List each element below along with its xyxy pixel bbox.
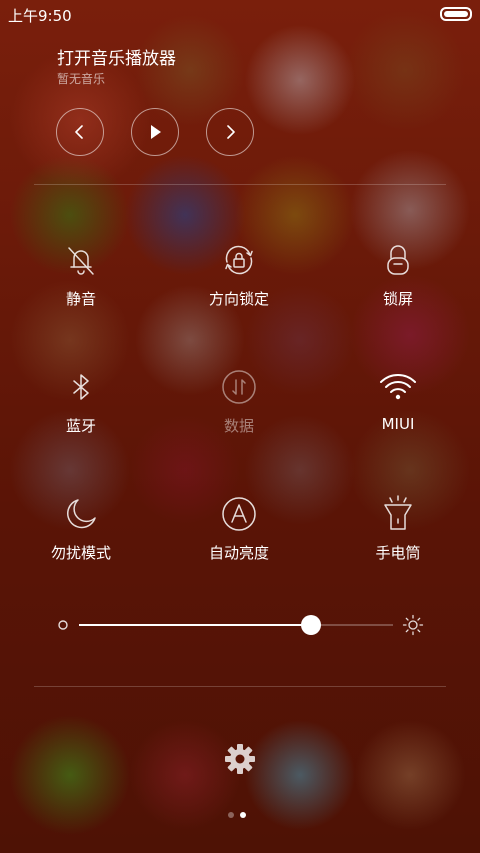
toggle-do-not-disturb[interactable]: 勿扰模式 [21, 494, 141, 584]
toggle-label: 手电筒 [375, 544, 421, 562]
previous-track-button[interactable] [56, 108, 104, 156]
bell-off-icon [61, 240, 101, 280]
status-bar: 上午9:50 [0, 0, 480, 28]
toggle-label: 方向锁定 [208, 290, 269, 308]
next-track-button[interactable] [206, 108, 254, 156]
page-dot [228, 812, 234, 818]
music-player-title[interactable]: 打开音乐播放器 [57, 44, 176, 69]
brightness-low-icon [58, 620, 68, 630]
divider-bottom [34, 686, 446, 687]
toggle-label: 静音 [65, 290, 96, 308]
battery-icon [440, 7, 472, 21]
status-clock: 上午9:50 [8, 7, 72, 25]
toggle-bluetooth[interactable]: 蓝牙 [21, 367, 141, 457]
brightness-thumb[interactable] [301, 615, 322, 635]
toggle-label: 蓝牙 [65, 417, 96, 435]
toggle-rotation-lock[interactable]: 方向锁定 [179, 240, 299, 330]
toggle-auto-brightness[interactable]: 自动亮度 [179, 494, 299, 584]
divider-top [34, 184, 446, 185]
music-status: 暂无音乐 [57, 72, 106, 86]
moon-icon [61, 494, 101, 534]
mobile-data-icon [219, 367, 259, 407]
brightness-track-fill [79, 624, 312, 626]
toggle-mute[interactable]: 静音 [21, 240, 141, 330]
play-button[interactable] [131, 108, 179, 156]
toggle-flashlight[interactable]: 手电筒 [338, 494, 458, 584]
brightness-slider[interactable] [55, 612, 427, 638]
play-icon [151, 125, 161, 139]
toggle-label: 数据 [223, 417, 254, 435]
bluetooth-icon [61, 367, 101, 407]
brightness-high-icon [402, 614, 424, 636]
chevron-right-icon [227, 125, 235, 139]
page-indicator [228, 812, 252, 820]
toggle-wifi[interactable]: MIUI [338, 367, 458, 457]
gear-icon [225, 744, 255, 774]
auto-brightness-icon [219, 494, 259, 534]
lock-icon [378, 240, 418, 280]
toggle-label: 自动亮度 [208, 544, 269, 562]
flashlight-icon [378, 494, 418, 534]
toggle-lock-screen[interactable]: 锁屏 [338, 240, 458, 330]
chevron-left-icon [75, 125, 83, 139]
rotation-lock-icon [219, 240, 259, 280]
toggle-label: MIUI [381, 415, 415, 433]
toggle-label: 勿扰模式 [50, 544, 111, 562]
settings-button[interactable] [223, 742, 257, 776]
brightness-track[interactable] [79, 615, 393, 635]
page-dot [240, 812, 246, 818]
wifi-icon [378, 367, 418, 407]
toggle-mobile-data[interactable]: 数据 [179, 367, 299, 457]
toggle-label: 锁屏 [382, 290, 413, 308]
